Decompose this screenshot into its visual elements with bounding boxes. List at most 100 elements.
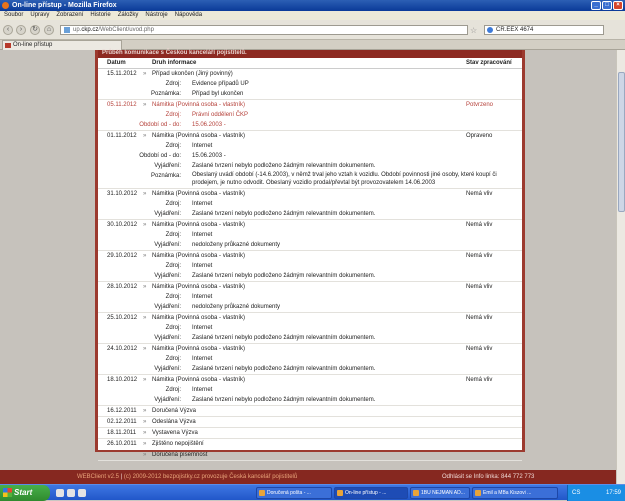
record-title[interactable]: Námitka (Povinná osoba - vlastník) bbox=[152, 189, 245, 199]
footer-links[interactable]: Odhlásit se Info linka: 844 772 773 bbox=[442, 470, 534, 484]
menu-item-5[interactable]: Nástroje bbox=[145, 11, 167, 20]
record-detail: Vyjádření: Zaslané tvrzení nebylo podlože… bbox=[98, 364, 522, 374]
footer-copyright: (c) 2009-2012 bezpojistky.cz provozuje Č… bbox=[123, 474, 298, 480]
record-header: 24.10.2012 » Námitka (Povinná osoba - vlas… bbox=[98, 344, 522, 354]
menu-item-6[interactable]: Nápověda bbox=[175, 11, 202, 20]
record-title[interactable]: Námitka (Povinná osoba - vlastník) bbox=[152, 100, 245, 110]
back-button[interactable]: ‹ bbox=[3, 25, 13, 35]
record-title[interactable]: Případ ukončen (Jiný povinný) bbox=[152, 69, 233, 79]
tray-language[interactable]: CS bbox=[572, 490, 580, 496]
quicklaunch-mail-icon[interactable] bbox=[78, 489, 86, 497]
record-row: 05.11.2012 » Námitka (Povinná osoba - vlas… bbox=[98, 100, 522, 131]
record-status: Nemá vliv bbox=[466, 315, 493, 321]
detail-label: Zdroj: bbox=[165, 232, 181, 238]
taskbar: Start Doručená pošta - ... On-line přístu… bbox=[0, 484, 625, 501]
detail-label: Zdroj: bbox=[165, 143, 181, 149]
taskbar-button[interactable]: Emil a MBa Kiszovi ... bbox=[472, 487, 558, 499]
detail-label: Zdroj: bbox=[165, 201, 181, 207]
taskbar-button[interactable]: On-line přístup - ... bbox=[334, 487, 408, 499]
record-detail: Zdroj: Internet bbox=[98, 385, 522, 395]
record-title[interactable]: Doručená Výzva bbox=[152, 406, 196, 416]
record-title[interactable]: Námitka (Povinná osoba - vlastník) bbox=[152, 344, 245, 354]
record-detail: Zdroj: Internet bbox=[98, 230, 522, 240]
record-detail: Poznámka: Případ byl ukončen bbox=[98, 89, 522, 99]
forward-button[interactable]: › bbox=[16, 25, 26, 35]
record-row: 31.10.2012 » Námitka (Povinná osoba - vlas… bbox=[98, 189, 522, 220]
taskbar-app-icon bbox=[259, 490, 265, 496]
menu-item-4[interactable]: Záložky bbox=[118, 11, 139, 20]
record-title[interactable]: Námitka (Povinná osoba - vlastník) bbox=[152, 131, 245, 141]
record-arrow-icon: » bbox=[143, 284, 147, 290]
record-arrow-icon: » bbox=[143, 191, 147, 197]
panel-title: Průběh komunikace s Českou kanceláří poj… bbox=[98, 50, 522, 58]
home-button[interactable]: ⌂ bbox=[44, 25, 54, 35]
detail-label: Vyjádření: bbox=[154, 242, 181, 248]
system-tray: CS 17:59 bbox=[567, 485, 625, 501]
record-arrow-icon: » bbox=[143, 430, 147, 436]
detail-label: Zdroj: bbox=[165, 294, 181, 300]
record-title[interactable]: Námitka (Povinná osoba - vlastník) bbox=[152, 220, 245, 230]
tab-label: On-line přístup bbox=[13, 42, 53, 48]
menu-item-0[interactable]: Soubor bbox=[4, 11, 23, 20]
detail-value: Internet bbox=[192, 325, 213, 331]
menu-item-3[interactable]: Historie bbox=[90, 11, 110, 20]
detail-label: Vyjádření: bbox=[154, 304, 181, 310]
record-detail: Zdroj: Evidence případů UP bbox=[98, 79, 522, 89]
panel-bottom-border bbox=[98, 446, 522, 452]
record-title[interactable]: Námitka (Povinná osoba - vlastník) bbox=[152, 282, 245, 292]
search-input[interactable]: CR.EEX 4674 bbox=[484, 25, 604, 35]
record-row: 29.10.2012 » Námitka (Povinná osoba - vlas… bbox=[98, 251, 522, 282]
url-bar[interactable]: up.ckp.cz/WebClient/uvod.php bbox=[60, 25, 468, 35]
record-detail: Vyjádření: nedoloženy průkazné dokumenty bbox=[98, 240, 522, 250]
record-status: Nemá vliv bbox=[466, 284, 493, 290]
record-row: 18.11.2011 » Vystavena Výzva bbox=[98, 428, 522, 439]
record-header: 01.11.2012 » Námitka (Povinná osoba - vlas… bbox=[98, 131, 522, 141]
search-engine-icon[interactable] bbox=[487, 27, 493, 33]
record-date: 02.12.2011 bbox=[107, 419, 137, 425]
detail-value: Internet bbox=[192, 387, 213, 393]
record-date: 05.11.2012 bbox=[107, 102, 137, 108]
record-date: 18.10.2012 bbox=[107, 377, 138, 383]
scrollbar-thumb[interactable] bbox=[618, 72, 625, 212]
minimize-button[interactable]: _ bbox=[591, 1, 601, 10]
page-footer: WEBClient v2.5 | (c) 2009-2012 bezpojist… bbox=[0, 470, 625, 484]
vertical-scrollbar[interactable] bbox=[616, 50, 625, 484]
record-title[interactable]: Námitka (Povinná osoba - vlastník) bbox=[152, 251, 245, 261]
record-date: 18.11.2011 bbox=[107, 430, 137, 436]
record-status: Nemá vliv bbox=[466, 222, 493, 228]
record-date: 25.10.2012 bbox=[107, 315, 138, 321]
tab-online-pristup[interactable]: On-line přístup bbox=[2, 40, 122, 50]
column-status: Stav zpracování bbox=[466, 60, 512, 66]
detail-label: Poznámka: bbox=[150, 91, 181, 97]
record-detail: Vyjádření: Zaslané tvrzení nebylo podlože… bbox=[98, 395, 522, 405]
record-row: 02.12.2011 » Odeslána Výzva bbox=[98, 417, 522, 428]
tab-favicon-icon bbox=[5, 43, 11, 48]
quicklaunch-explorer-icon[interactable] bbox=[67, 489, 75, 497]
taskbar-button[interactable]: 1BU NEJMAN AD... bbox=[410, 487, 470, 499]
taskbar-button[interactable]: Doručená pošta - ... bbox=[256, 487, 332, 499]
record-detail: Vyjádření: Zaslané tvrzení nebylo podlože… bbox=[98, 161, 522, 171]
record-header: 16.12.2011 » Doručená Výzva bbox=[98, 406, 522, 416]
quicklaunch-firefox-icon[interactable] bbox=[56, 489, 64, 497]
bookmark-star-icon[interactable]: ☆ bbox=[470, 26, 477, 35]
menu-item-1[interactable]: Úpravy bbox=[30, 11, 49, 20]
detail-label: Zdroj: bbox=[165, 356, 181, 362]
record-title[interactable]: Námitka (Povinná osoba - vlastník) bbox=[152, 375, 245, 385]
record-date: 28.10.2012 bbox=[107, 284, 138, 290]
record-title[interactable]: Odeslána Výzva bbox=[152, 417, 196, 427]
close-button[interactable]: × bbox=[613, 1, 623, 10]
start-button[interactable]: Start bbox=[0, 485, 50, 501]
record-row: 16.12.2011 » Doručená Výzva bbox=[98, 406, 522, 417]
menu-item-2[interactable]: Zobrazení bbox=[56, 11, 83, 20]
detail-value: 15.06.2003 - bbox=[192, 122, 226, 128]
taskbar-app-icon bbox=[413, 490, 419, 496]
detail-value: Internet bbox=[192, 143, 213, 149]
record-arrow-icon: » bbox=[143, 346, 147, 352]
record-date: 16.12.2011 bbox=[107, 408, 137, 414]
record-title[interactable]: Vystavena Výzva bbox=[152, 428, 198, 438]
page-viewport: Průběh komunikace s Českou kanceláří poj… bbox=[0, 50, 625, 484]
record-date: 24.10.2012 bbox=[107, 346, 138, 352]
reload-button[interactable]: ↻ bbox=[30, 25, 40, 35]
record-title[interactable]: Námitka (Povinná osoba - vlastník) bbox=[152, 313, 245, 323]
maximize-button[interactable]: □ bbox=[602, 1, 612, 10]
